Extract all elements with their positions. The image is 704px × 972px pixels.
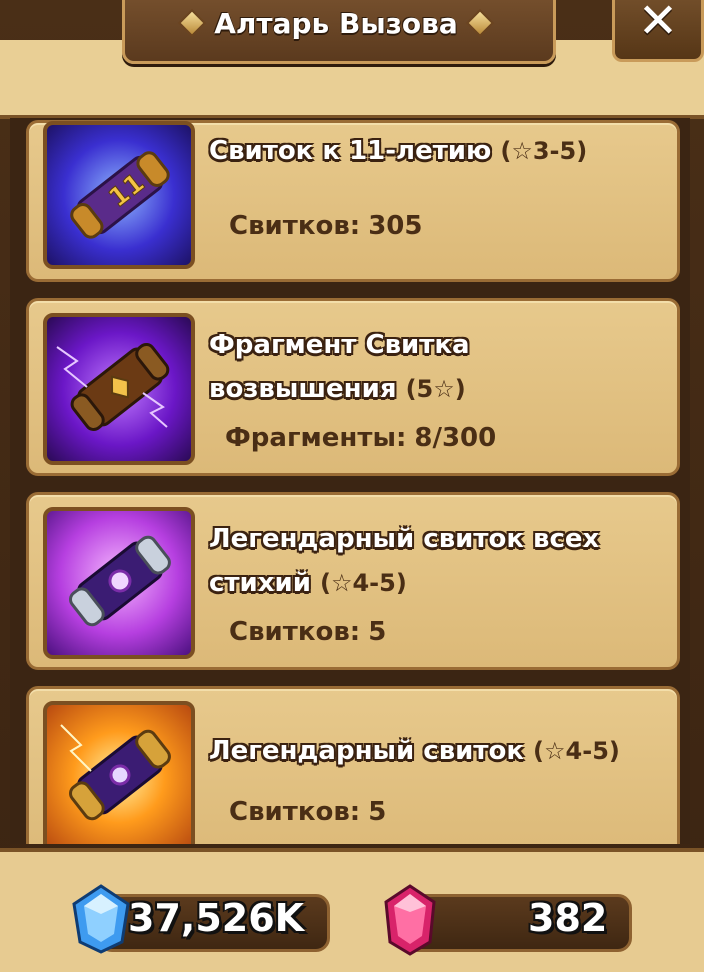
gem-amount: 382 <box>528 896 608 940</box>
diamond-ornament-icon <box>178 8 207 38</box>
page-title: Алтарь Вызова <box>140 0 532 46</box>
scroll-list[interactable]: 11 Свиток к 11-летию (☆3-5) Свитков:305 <box>10 118 690 844</box>
item-count: Свитков: 5 <box>229 797 387 827</box>
scroll-item-anniversary[interactable]: 11 Свиток к 11-летию (☆3-5) Свитков: 305 <box>26 120 680 282</box>
item-title: Фрагмент Свитка возвышения (5☆) <box>209 330 470 404</box>
transcendence-scroll-fragment-icon <box>43 313 195 465</box>
scroll-item-legendary-all-attribute[interactable]: Легендарный свиток всех стихий (☆4-5) Св… <box>26 492 680 670</box>
item-count: Фрагменты: 8/300 <box>225 423 497 453</box>
item-title: Свиток к 11-летию (☆3-5) <box>209 136 588 166</box>
scroll-item-transcendence-fragment[interactable]: Фрагмент Свитка возвышения (5☆) Фрагмент… <box>26 298 680 476</box>
item-title: Легендарный свиток всех стихий (☆4-5) <box>209 524 600 598</box>
legendary-scroll-icon <box>43 701 195 844</box>
crystal-icon <box>72 884 130 954</box>
crystal-amount: 37,526K <box>128 896 305 940</box>
page-title-text: Алтарь Вызова <box>214 6 458 40</box>
close-button[interactable]: ✕ <box>612 0 704 62</box>
anniversary-scroll-icon: 11 <box>43 121 195 269</box>
item-count: Свитков: 5 <box>229 617 387 647</box>
item-title: Легендарный свиток (☆4-5) <box>209 736 620 766</box>
item-count: Свитков: 305 <box>229 211 423 241</box>
legendary-all-attribute-scroll-icon <box>43 507 195 659</box>
close-icon: ✕ <box>637 0 679 49</box>
scroll-item-legendary[interactable]: Легендарный свиток (☆4-5) Свитков: 5 <box>26 686 680 844</box>
diamond-ornament-icon <box>465 8 494 38</box>
ruby-gem-icon <box>384 884 436 956</box>
